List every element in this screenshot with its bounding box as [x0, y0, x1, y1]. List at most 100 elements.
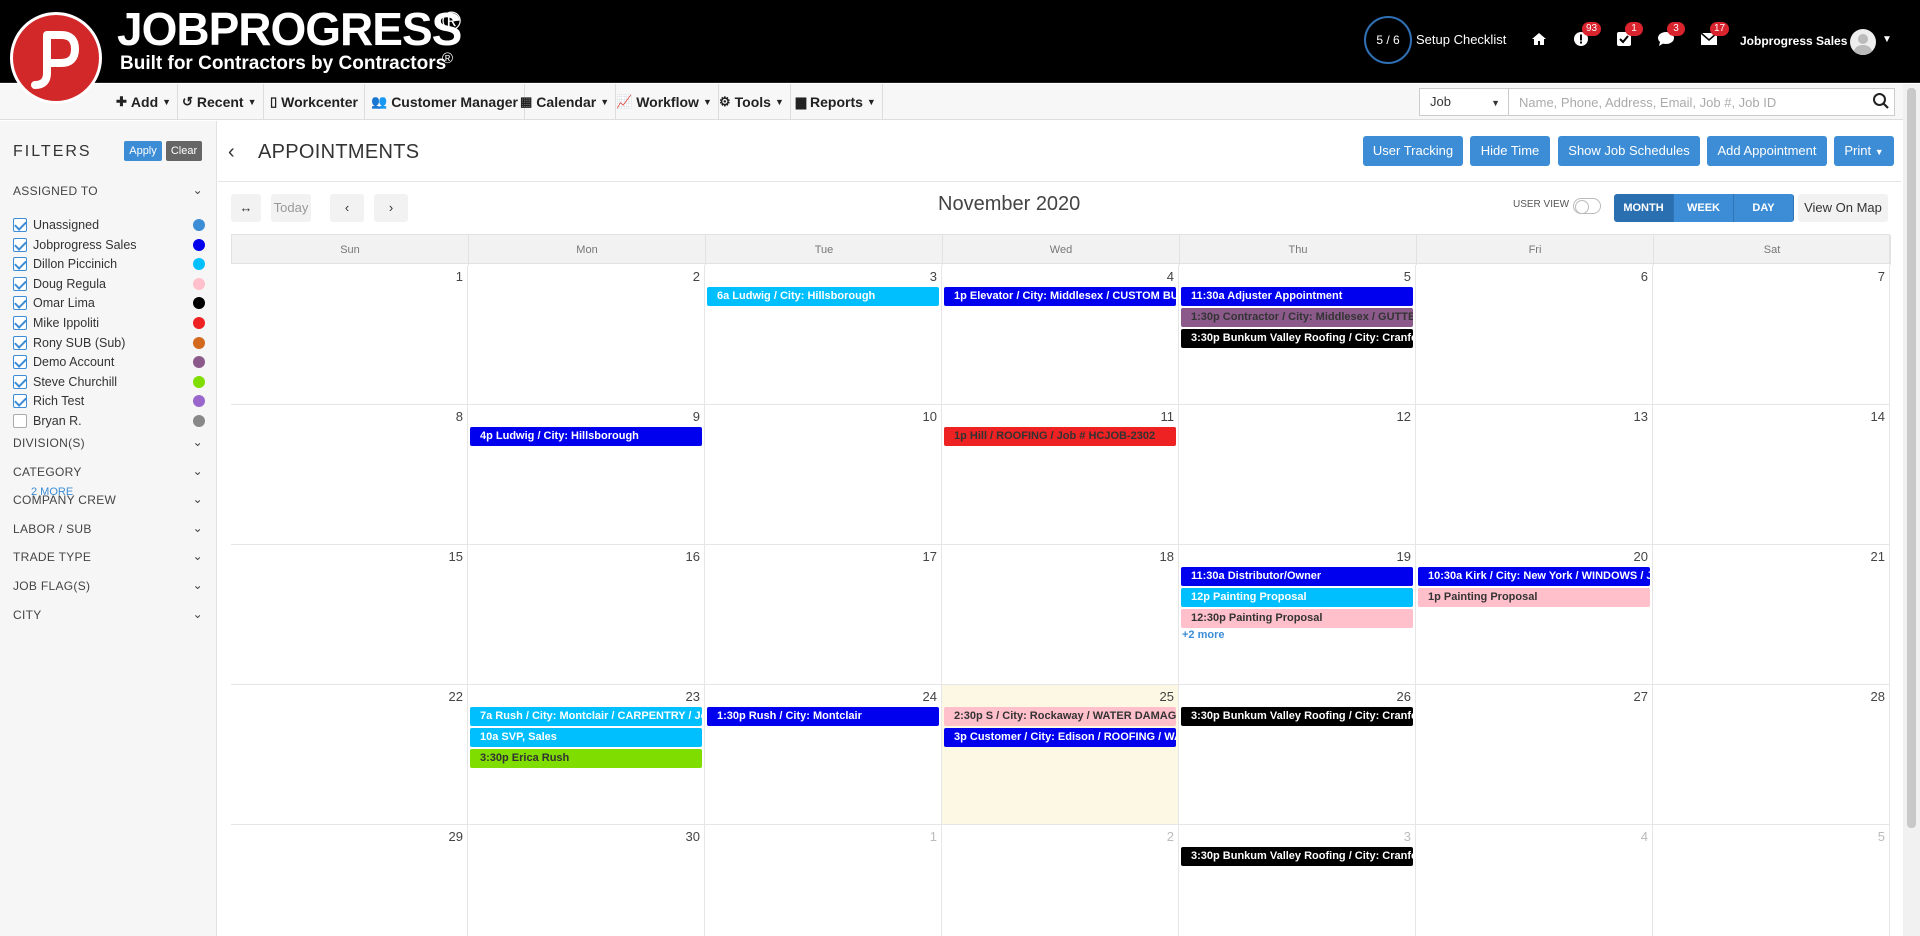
assigned-to-section[interactable]: ASSIGNED TO ⌄ [13, 183, 203, 198]
calendar-day-cell[interactable]: 4 1p Elevator / City: Middlesex / CUSTOM … [942, 265, 1179, 405]
jobprogress-logo[interactable] [10, 12, 102, 104]
calendar-day-cell[interactable]: 4 [1416, 825, 1653, 936]
assignee-filter-item[interactable]: Rich Test [13, 391, 205, 411]
filter-section-header[interactable]: CITY ⌄ [13, 607, 203, 622]
calendar-day-cell[interactable]: 1 [705, 825, 942, 936]
appointment-event[interactable]: 10a SVP, Sales [470, 727, 702, 747]
filter-section-header[interactable]: TRADE TYPE ⌄ [13, 549, 203, 564]
prev-month-chevron-icon[interactable]: ‹ [330, 194, 364, 222]
calendar-day-cell[interactable]: 20 10:30a Kirk / City: New York / WINDOWS… [1416, 545, 1653, 685]
filter-section-header[interactable]: CATEGORY ⌄ [13, 464, 203, 479]
calendar-day-cell[interactable]: 15 [231, 545, 468, 685]
appointment-event[interactable]: 10:30a Kirk / City: New York / WINDOWS /… [1418, 567, 1650, 586]
user-name[interactable]: Jobprogress Sales [1740, 34, 1847, 48]
calendar-day-cell[interactable]: 14 [1653, 405, 1890, 545]
appointment-event[interactable]: 4p Ludwig / City: Hillsborough [470, 427, 702, 446]
setup-checklist-link[interactable]: Setup Checklist [1416, 32, 1506, 47]
appointment-event[interactable]: 3:30p Erica Rush [470, 748, 702, 768]
filter-section-header[interactable]: LABOR / SUB ⌄ [13, 521, 203, 536]
search-icon[interactable] [1872, 92, 1890, 110]
calendar-day-cell[interactable]: 10 [705, 405, 942, 545]
assignee-checkbox[interactable] [13, 374, 27, 389]
appointment-event[interactable]: 11:30a Distributor/Owner [1181, 567, 1413, 586]
user-view-toggle[interactable] [1573, 198, 1601, 214]
appointment-event[interactable]: 3:30p Bunkum Valley Roofing / City: Cran… [1181, 847, 1413, 866]
assignee-filter-item[interactable]: Demo Account [13, 352, 205, 372]
month-view-button[interactable]: MONTH [1614, 194, 1674, 222]
calendar-day-cell[interactable]: 5 11:30a Adjuster Appointment 1:30p Contra… [1179, 265, 1416, 405]
calendar-day-cell[interactable]: 11 1p Hill / ROOFING / Job # HCJOB-2302 [942, 405, 1179, 545]
appointment-event[interactable]: 12:30p Painting Proposal [1181, 608, 1413, 628]
assignee-filter-item[interactable]: Doug Regula [13, 274, 205, 294]
calendar-day-cell[interactable]: 3 6a Ludwig / City: Hillsborough [705, 265, 942, 405]
appointment-event[interactable]: 1p Elevator / City: Middlesex / CUSTOM B… [944, 287, 1176, 306]
expand-arrows-icon[interactable]: ↔ [231, 194, 261, 222]
nav-tools[interactable]: ⚙ Tools ▼ [713, 84, 791, 120]
nav-recent[interactable]: ↺ Recent ▼ [176, 84, 264, 120]
calendar-day-cell[interactable]: 28 [1653, 685, 1890, 825]
calendar-day-cell[interactable]: 23 7a Rush / City: Montclair / CARPENTRY … [468, 685, 705, 825]
nav-calendar[interactable]: ▦ Calendar ▼ [514, 84, 617, 120]
assignee-checkbox[interactable] [13, 394, 27, 409]
assignee-checkbox[interactable] [13, 237, 27, 252]
nav-customer-manager[interactable]: 👥 Customer Manager [365, 84, 525, 120]
appointment-event[interactable]: 12p Painting Proposal [1181, 587, 1413, 607]
day-view-button[interactable]: DAY [1734, 194, 1794, 222]
more-events-link[interactable]: +2 more [1182, 629, 1225, 641]
apply-filters-button[interactable]: Apply [124, 141, 162, 161]
week-view-button[interactable]: WEEK [1674, 194, 1734, 222]
appointment-event[interactable]: 7a Rush / City: Montclair / CARPENTRY / … [470, 707, 702, 726]
calendar-day-cell[interactable]: 3 3:30p Bunkum Valley Roofing / City: Cra… [1179, 825, 1416, 936]
assignee-filter-item[interactable]: Jobprogress Sales [13, 235, 205, 255]
calendar-day-cell[interactable]: 2 [942, 825, 1179, 936]
calendar-day-cell[interactable]: 5 [1653, 825, 1890, 936]
show-job-schedules-button[interactable]: Show Job Schedules [1558, 136, 1700, 166]
print-button[interactable]: Print ▼ [1834, 136, 1894, 166]
filter-section-header[interactable]: DIVISION(S) ⌄ [13, 435, 203, 450]
assignee-filter-item[interactable]: Mike Ippoliti [13, 313, 205, 333]
alerts-icon[interactable]: 93 [1572, 22, 1602, 48]
home-icon[interactable] [1530, 30, 1548, 48]
add-appointment-button[interactable]: Add Appointment [1707, 136, 1827, 166]
back-chevron-icon[interactable]: ‹ [228, 141, 235, 164]
hide-time-button[interactable]: Hide Time [1470, 136, 1550, 166]
calendar-day-cell[interactable]: 7 [1653, 265, 1890, 405]
user-menu-chevron-icon[interactable]: ▼ [1882, 34, 1892, 45]
calendar-day-cell[interactable]: 24 1:30p Rush / City: Montclair [705, 685, 942, 825]
calendar-day-cell[interactable]: 29 [231, 825, 468, 936]
today-button[interactable]: Today [271, 194, 311, 222]
assignee-filter-item[interactable]: Omar Lima [13, 293, 205, 313]
filter-section-header[interactable]: COMPANY CREW ⌄ [13, 492, 203, 507]
assignee-checkbox[interactable] [13, 218, 27, 232]
calendar-day-cell[interactable]: 17 [705, 545, 942, 685]
appointment-event[interactable]: 1p Painting Proposal [1418, 587, 1650, 607]
clear-filters-button[interactable]: Clear [166, 141, 202, 161]
calendar-day-cell[interactable]: 26 3:30p Bunkum Valley Roofing / City: Cr… [1179, 685, 1416, 825]
nav-workflow[interactable]: 📈 Workflow ▼ [610, 84, 719, 120]
assignee-filter-item[interactable]: Unassigned [13, 215, 205, 235]
assignee-checkbox[interactable] [13, 296, 27, 311]
assignee-checkbox[interactable] [13, 414, 27, 428]
email-icon[interactable]: 17 [1700, 22, 1730, 48]
assignee-filter-item[interactable]: Dillon Piccinich [13, 254, 205, 274]
assignee-checkbox[interactable] [13, 257, 27, 272]
calendar-day-cell[interactable]: 13 [1416, 405, 1653, 545]
setup-progress-ring[interactable]: 5 / 6 [1364, 16, 1412, 64]
search-type-select[interactable]: Job ▼ [1419, 88, 1509, 116]
calendar-day-cell[interactable]: 2 [468, 265, 705, 405]
filter-section-header[interactable]: JOB FLAG(S) ⌄ [13, 578, 203, 593]
global-search-input[interactable] [1509, 88, 1895, 116]
appointment-event[interactable]: 2:30p S / City: Rockaway / WATER DAMAGE [944, 707, 1176, 726]
calendar-day-cell[interactable]: 18 [942, 545, 1179, 685]
calendar-day-cell[interactable]: 27 [1416, 685, 1653, 825]
view-on-map-button[interactable]: View On Map [1798, 194, 1888, 222]
calendar-day-cell[interactable]: 19 11:30a Distributor/Owner 12p Painting P… [1179, 545, 1416, 685]
assignee-checkbox[interactable] [13, 355, 27, 370]
calendar-day-cell[interactable]: 16 [468, 545, 705, 685]
assignee-checkbox[interactable] [13, 335, 27, 350]
messages-icon[interactable]: 3 [1657, 22, 1685, 48]
calendar-day-cell[interactable]: 22 [231, 685, 468, 825]
brand-name[interactable]: JOBPROGRESS [117, 6, 462, 52]
calendar-day-cell[interactable]: 9 4p Ludwig / City: Hillsborough [468, 405, 705, 545]
appointment-event[interactable]: 1:30p Rush / City: Montclair [707, 707, 939, 726]
